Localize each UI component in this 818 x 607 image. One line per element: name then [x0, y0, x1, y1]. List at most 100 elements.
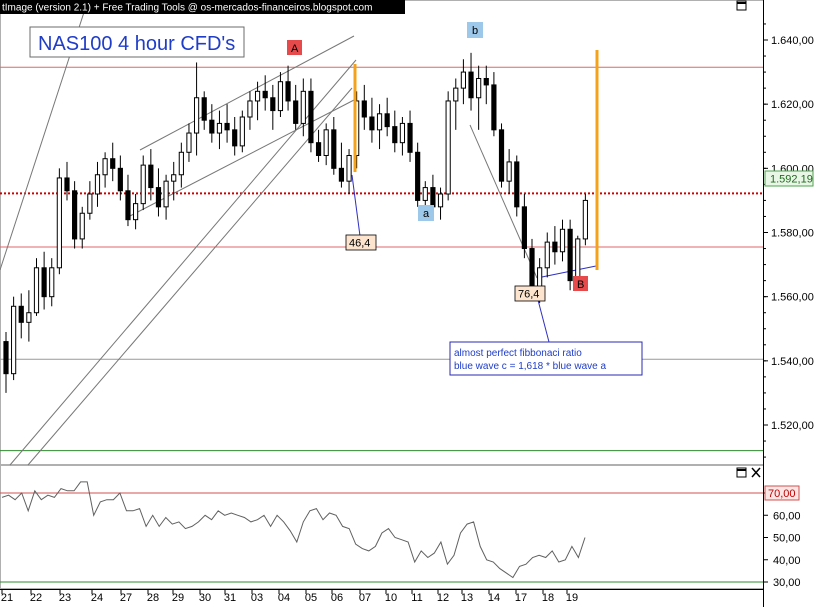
time-tick-label: 27 [120, 592, 132, 604]
candle-body [544, 241, 550, 269]
label-a: a [423, 208, 430, 220]
candle-body [79, 212, 85, 240]
candle-body [239, 116, 245, 147]
candle-body [26, 312, 32, 323]
candle-body [262, 90, 268, 99]
candle-body [346, 155, 352, 182]
time-tick-label: 28 [147, 592, 159, 604]
time-tick-label: 18 [542, 592, 554, 604]
time-tick-label: 21 [1, 592, 13, 604]
time-tick-label: 07 [359, 592, 371, 604]
candle-body [407, 122, 413, 153]
time-tick-label: 17 [515, 592, 527, 604]
candle-body [506, 161, 512, 182]
candle-body [331, 129, 337, 169]
candle-body [254, 90, 261, 102]
candle-body [163, 180, 169, 208]
label-A: A [291, 43, 299, 55]
candle-body [72, 190, 78, 240]
candle-body [498, 129, 505, 182]
price-tick-label: 1.540,00 [771, 356, 814, 368]
candle-body [33, 267, 40, 314]
candle-body [178, 151, 184, 176]
candle-body [148, 164, 154, 189]
time-tick-label: 04 [278, 592, 290, 604]
candle-body [521, 206, 527, 250]
candle-body [483, 78, 489, 86]
candle-body [575, 238, 581, 282]
time-tick-label: 03 [251, 592, 263, 604]
candle-body [186, 132, 192, 153]
candle-body [323, 129, 329, 156]
candle-body [376, 113, 383, 131]
candle-body [87, 193, 93, 214]
candle-body [514, 161, 520, 208]
candle-body [491, 84, 497, 131]
candle-body [117, 167, 123, 192]
candle-body [361, 100, 367, 118]
candle-body [430, 187, 436, 208]
candle-body [468, 71, 474, 99]
time-tick-label: 23 [59, 592, 71, 604]
candle-body [102, 158, 108, 176]
last-price-label: 1.592,19 [770, 174, 813, 186]
candle-body [270, 97, 276, 112]
candle-body [567, 228, 573, 282]
candle-body [300, 90, 306, 124]
time-tick-label: 29 [172, 592, 184, 604]
rsi-tick-label: 50,00 [773, 533, 801, 545]
candle-body [445, 100, 451, 195]
fib-note-line-1: almost perfect fibbonaci ratio [454, 348, 582, 359]
candle-body [18, 305, 24, 323]
time-tick-label: 13 [461, 592, 473, 604]
time-tick-label: 24 [91, 592, 103, 604]
candle-body [232, 129, 238, 147]
candle-body [476, 78, 482, 99]
price-pane-maximize[interactable] [736, 0, 747, 11]
rsi-tick-label: 30,00 [773, 577, 801, 589]
time-tick-label: 31 [224, 592, 236, 604]
candle-body [125, 190, 131, 221]
chart-canvas: 1.640,001.620,001.600,001.580,001.560,00… [0, 0, 818, 607]
candle-body [64, 177, 70, 192]
candle-body [110, 158, 116, 169]
candle-body [315, 142, 322, 157]
price-tick-label: 1.640,00 [771, 35, 814, 47]
time-tick-label: 05 [305, 592, 317, 604]
candle-body [399, 122, 406, 144]
chart-title: NAS100 4 hour CFD's [38, 33, 235, 55]
candle-body [193, 97, 200, 134]
candle-body [209, 119, 215, 134]
time-tick-label: 06 [331, 592, 343, 604]
candle-body [422, 187, 428, 201]
candle-body [460, 71, 466, 89]
candle-body [338, 167, 345, 182]
price-tick-label: 1.580,00 [771, 228, 814, 240]
candle-body [94, 174, 101, 195]
candle-body [293, 100, 299, 124]
candle-body [11, 305, 17, 375]
candle-body [437, 193, 444, 208]
app-title: tImage (version 2.1) + Free Trading Tool… [2, 3, 372, 14]
candle-body [285, 81, 291, 102]
candle-body [247, 100, 253, 118]
candle-body [224, 122, 230, 131]
candle-body [529, 248, 535, 288]
retrace-46-label: 46,4 [349, 238, 370, 250]
rsi-pane-maximize[interactable] [736, 467, 747, 478]
candle-body [392, 126, 398, 144]
plot-area [0, 0, 818, 607]
candle-body [41, 267, 47, 298]
candle-body [453, 87, 459, 102]
time-tick-label: 10 [385, 592, 397, 604]
candle-body [56, 177, 62, 269]
candle-body [133, 203, 139, 221]
time-tick-label: 19 [566, 592, 578, 604]
candle-body [171, 174, 177, 182]
candle-body [559, 228, 566, 253]
candle-body [49, 267, 55, 298]
candle-body [384, 113, 390, 128]
candle-body [369, 116, 375, 131]
candle-body [552, 241, 558, 253]
price-tick-label: 1.560,00 [771, 292, 814, 304]
